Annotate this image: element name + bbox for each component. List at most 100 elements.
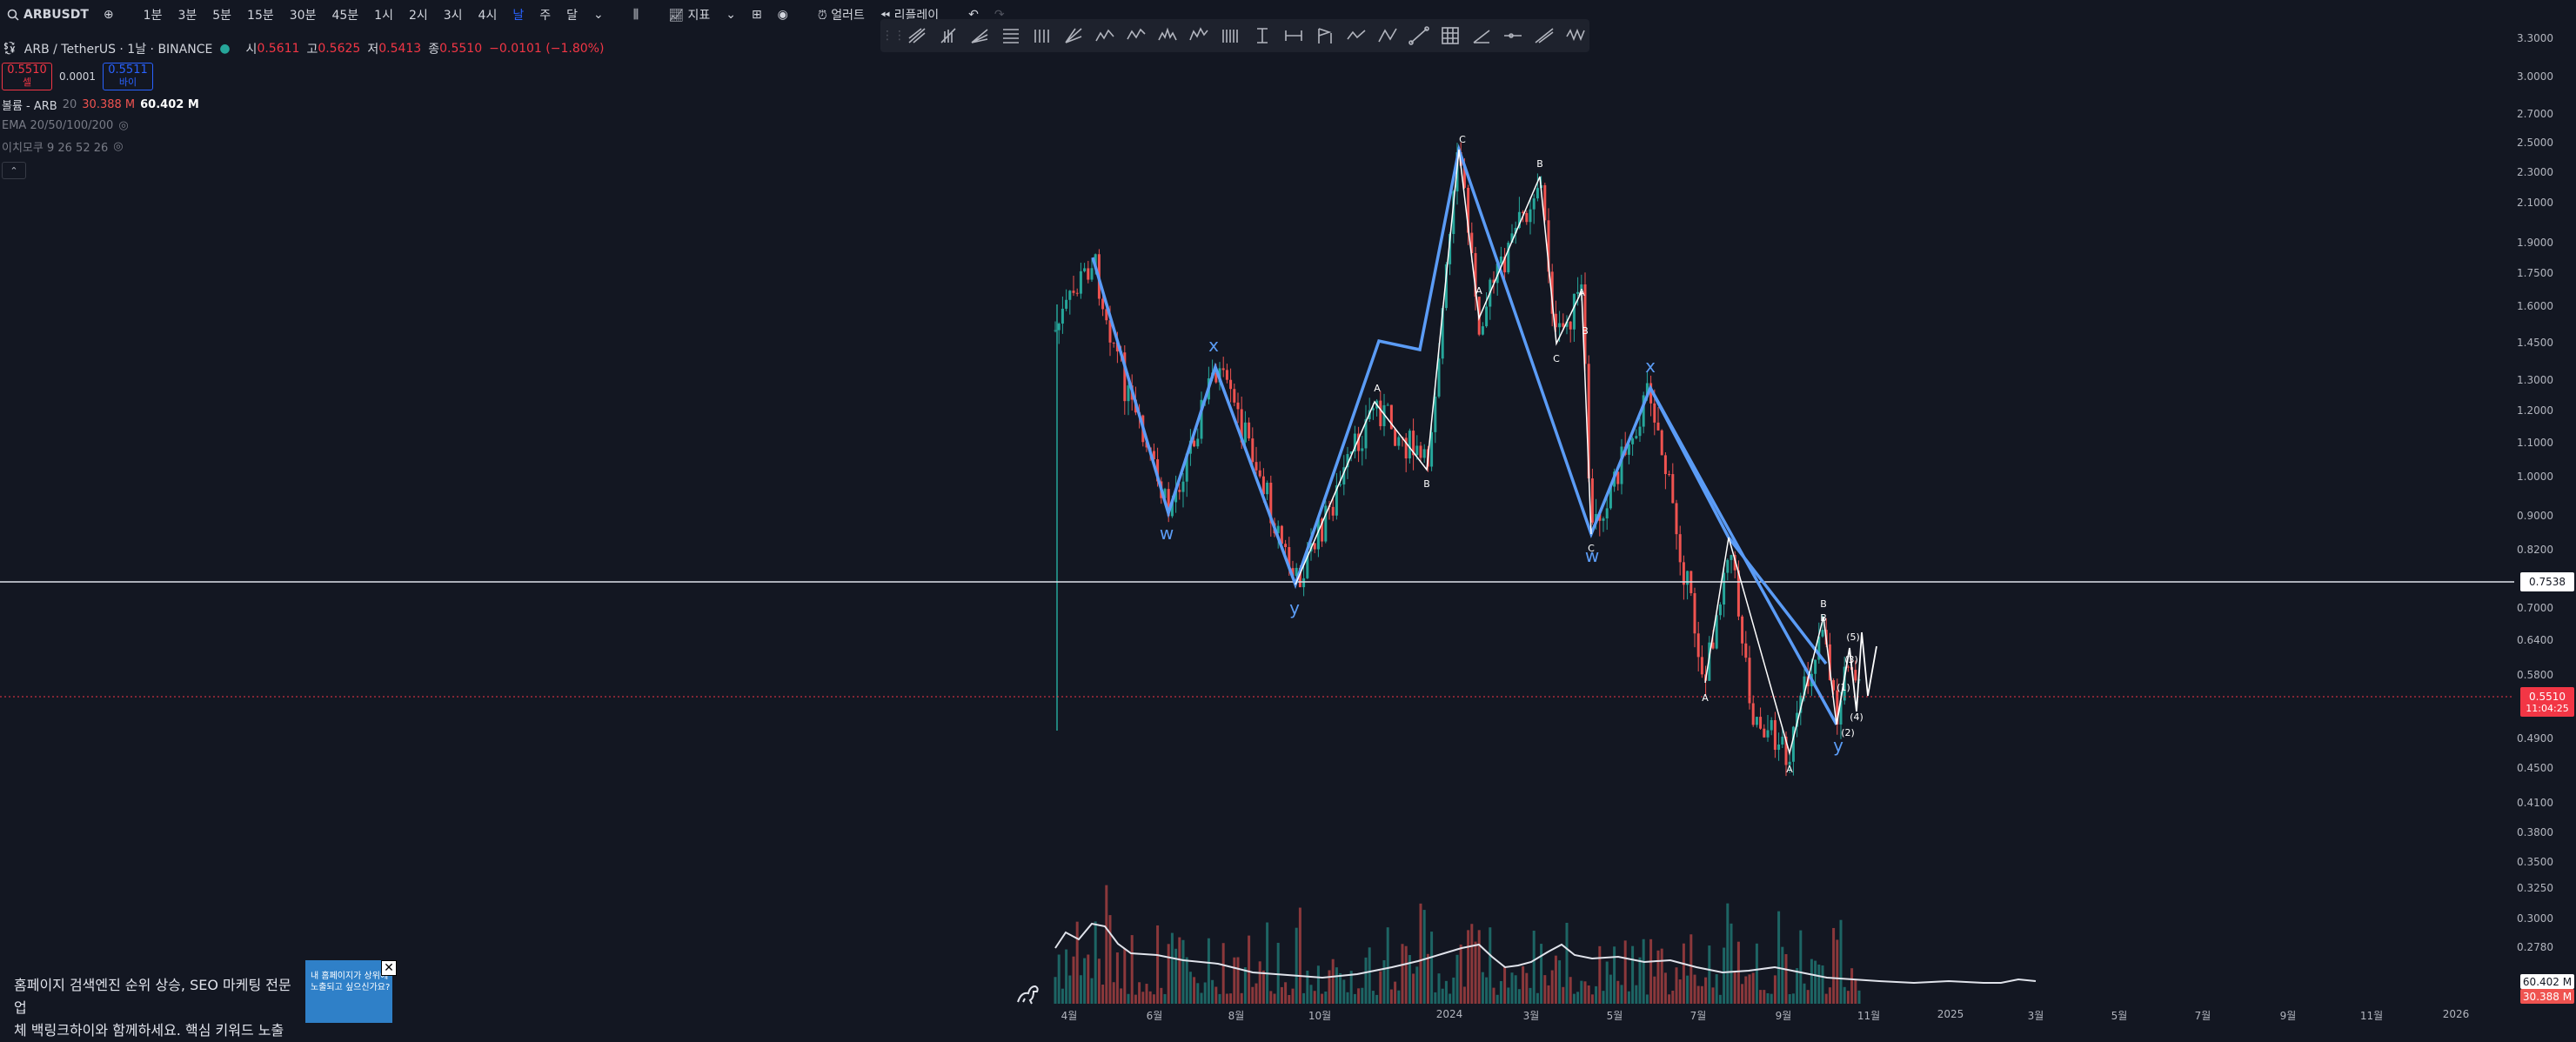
- volume-bar: [1394, 981, 1397, 1004]
- candle-body: [1763, 728, 1766, 738]
- volume-bar: [1087, 954, 1090, 1004]
- ad-image[interactable]: 내 홈페이지가 상위에 노출되고 싶으신가요?: [305, 960, 392, 1023]
- candle-body: [1394, 429, 1397, 446]
- volume-bar: [1726, 903, 1730, 1004]
- volume-bar: [1079, 975, 1082, 1004]
- wave-label-white[interactable]: (1): [1837, 682, 1850, 693]
- volume-tag-2: 30.388 M: [2520, 989, 2574, 1004]
- volume-bar: [1806, 990, 1810, 1004]
- wave-label-white[interactable]: (2): [1841, 727, 1855, 738]
- volume-bar: [1243, 967, 1247, 1004]
- wave-label-blue[interactable]: x: [1645, 356, 1656, 377]
- candle-body: [1759, 717, 1763, 729]
- volume-bar: [1134, 994, 1137, 1004]
- volume-bar: [1843, 986, 1846, 1004]
- time-tick-label: 6월: [1146, 1010, 1163, 1022]
- volume-bar: [1660, 948, 1663, 1004]
- volume-bar: [1127, 993, 1130, 1004]
- volume-bar: [1689, 934, 1693, 1004]
- wave-label-white[interactable]: C: [1553, 353, 1560, 364]
- volume-bar: [1635, 985, 1638, 1004]
- volume-bar: [1474, 941, 1477, 1004]
- ad-text[interactable]: 홈페이지 검색엔진 순위 상승, SEO 마케팅 전문업 체 백링크하이와 함께…: [0, 960, 300, 1042]
- price-chart[interactable]: wxywxyABCABCABCABAB(1)(2)(3)(4)(5): [0, 0, 2514, 1004]
- volume-bar: [1181, 939, 1185, 1004]
- wave-label-white[interactable]: A: [1786, 764, 1793, 775]
- candle-body: [1243, 422, 1247, 443]
- wave-label-white[interactable]: B: [1820, 598, 1827, 610]
- wave-label-white[interactable]: A: [1374, 383, 1381, 394]
- wave-label-white[interactable]: (3): [1844, 654, 1858, 665]
- volume-bar: [1583, 981, 1587, 1004]
- volume-bar: [1595, 985, 1598, 1004]
- time-tick-label: 2026: [2442, 1008, 2470, 1020]
- wave-label-blue[interactable]: y: [1289, 598, 1300, 618]
- wave-label-blue[interactable]: w: [1160, 523, 1174, 544]
- wave-label-white[interactable]: C: [1459, 134, 1466, 145]
- wave-label-white[interactable]: A: [1475, 285, 1482, 297]
- volume-bar: [1696, 985, 1700, 1004]
- candle-body: [1485, 306, 1489, 327]
- elliott-wave-white-1[interactable]: [1295, 149, 1592, 585]
- wave-label-white[interactable]: B: [1536, 158, 1543, 170]
- volume-bar: [1777, 911, 1781, 1004]
- close-icon[interactable]: ✕: [381, 960, 397, 976]
- candle-body: [1313, 543, 1316, 550]
- volume-bar: [1207, 938, 1210, 1004]
- candle-body: [1558, 323, 1562, 328]
- candle-body: [1532, 198, 1536, 210]
- price-scale[interactable]: 3.3000 3.0000 2.7000 2.5000 2.3000 2.1000 1.90…: [2515, 0, 2576, 1023]
- candle-body: [1386, 404, 1389, 406]
- ad-banner[interactable]: 홈페이지 검색엔진 순위 상승, SEO 마케팅 전문업 체 백링크하이와 함께…: [0, 960, 398, 1039]
- wave-label-white[interactable]: B: [1820, 612, 1827, 624]
- volume-bar: [1434, 992, 1437, 1004]
- wave-label-white[interactable]: (4): [1850, 711, 1863, 723]
- volume-bar: [1718, 994, 1722, 1004]
- candle-body: [1693, 593, 1696, 634]
- candle-body: [1087, 268, 1090, 280]
- volume-bar: [1736, 941, 1740, 1004]
- candle-body: [1437, 358, 1441, 397]
- wave-label-white[interactable]: C: [1588, 543, 1595, 554]
- candle-body: [1379, 400, 1382, 426]
- candle-body: [1430, 431, 1434, 467]
- wave-label-white[interactable]: A: [1578, 287, 1585, 298]
- wave-label-blue[interactable]: x: [1208, 335, 1219, 356]
- candle-body: [1255, 462, 1258, 471]
- volume-bar: [1857, 990, 1861, 1004]
- volume-bar: [1255, 983, 1258, 1004]
- volume-bar: [1562, 986, 1565, 1004]
- ad-image-text: 내 홈페이지가 상위에 노출되고 싶으신가요?: [311, 971, 390, 993]
- volume-bar: [1503, 966, 1507, 1004]
- volume-bar: [1444, 980, 1448, 1004]
- volume-bar: [1057, 954, 1061, 1004]
- volume-bar: [1072, 956, 1075, 1004]
- volume-bar: [1510, 972, 1514, 1004]
- candle-body: [1061, 308, 1064, 324]
- volume-bar: [1477, 930, 1481, 1004]
- price-tick-label: 0.9000: [2517, 510, 2553, 522]
- volume-bar: [1623, 940, 1627, 1004]
- wave-label-white[interactable]: B: [1582, 325, 1589, 337]
- volume-bar: [1188, 972, 1192, 1004]
- volume-bar: [1730, 923, 1733, 1004]
- volume-bar: [1525, 972, 1529, 1004]
- wave-label-white[interactable]: (5): [1846, 631, 1860, 643]
- volume-bar: [1269, 991, 1273, 1004]
- volume-bar: [1708, 945, 1711, 1004]
- volume-bar: [1543, 975, 1547, 1004]
- candle-body: [1065, 299, 1068, 309]
- wave-label-white[interactable]: B: [1423, 478, 1430, 490]
- candle-body: [1700, 657, 1703, 675]
- wave-label-white[interactable]: A: [1702, 692, 1709, 704]
- volume-bar: [1682, 943, 1685, 1004]
- volume-bar: [1459, 944, 1462, 1004]
- volume-bar: [1258, 961, 1261, 1004]
- volume-bar: [1375, 994, 1379, 1004]
- volume-bar: [1836, 939, 1839, 1004]
- volume-bar: [1266, 922, 1269, 1004]
- volume-bar: [1324, 991, 1328, 1004]
- candle-body: [1678, 534, 1682, 563]
- elliott-wave-blue[interactable]: [1091, 144, 1838, 725]
- volume-bar: [1821, 965, 1824, 1004]
